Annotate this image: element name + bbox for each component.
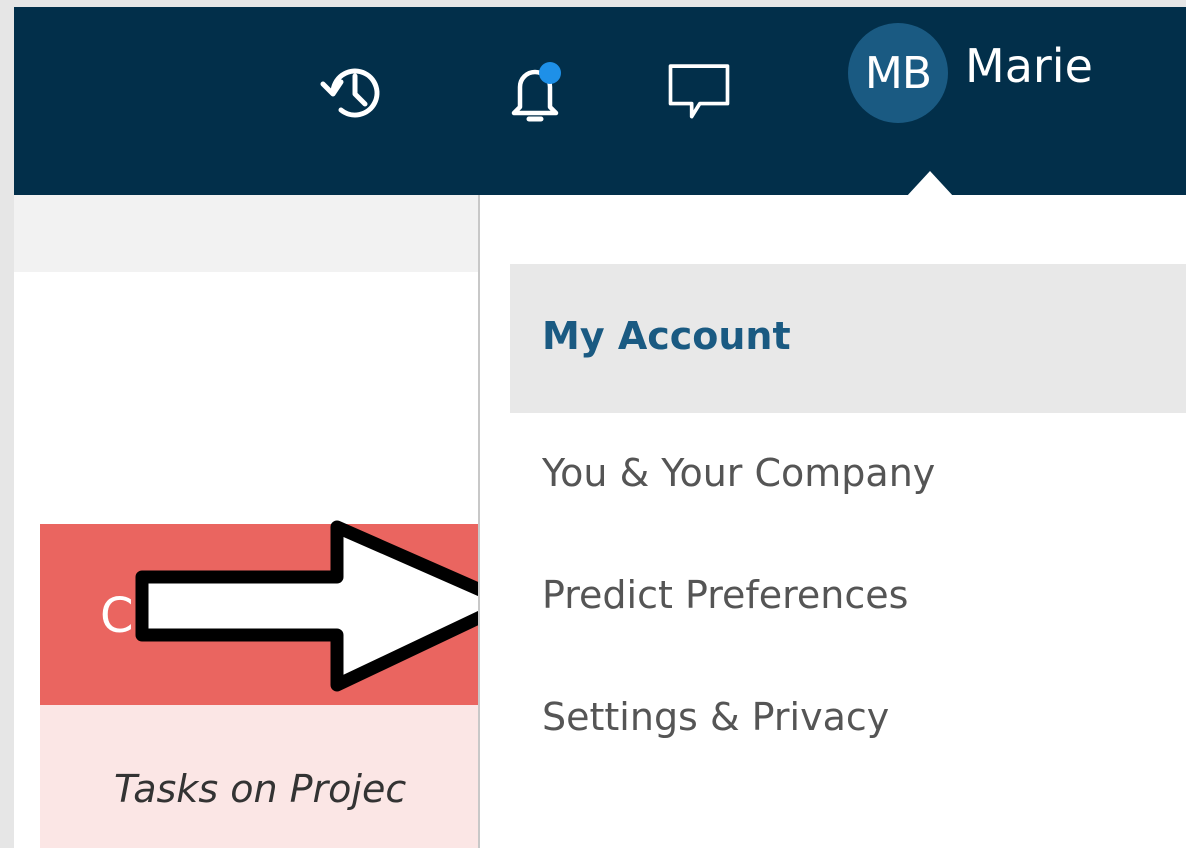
menu-item-my-account[interactable]: My Account (510, 264, 1186, 413)
dropdown-caret (906, 171, 954, 197)
messages-button[interactable] (664, 47, 734, 139)
card-body-text: Tasks on Projec (114, 767, 407, 811)
chat-icon (668, 64, 730, 119)
menu-item-you-and-your-company[interactable]: You & Your Company (542, 451, 935, 495)
menu-item-settings-and-privacy[interactable]: Settings & Privacy (542, 695, 889, 739)
annotation-arrow (135, 520, 517, 692)
menu-header-label: My Account (542, 314, 791, 358)
history-icon (320, 68, 380, 118)
menu-item-predict-preferences[interactable]: Predict Preferences (542, 573, 908, 617)
user-initials: MB (864, 47, 932, 99)
user-avatar[interactable]: MB (848, 23, 948, 123)
sub-header-bar (14, 195, 484, 272)
app-frame: MB Marie C Tasks on Projec My Account Yo… (14, 7, 1186, 848)
notifications-button[interactable] (500, 47, 570, 139)
card-title: C (100, 588, 134, 644)
history-button[interactable] (319, 47, 389, 139)
notification-dot (539, 62, 561, 84)
card-body: Tasks on Projec (40, 705, 484, 848)
top-navigation-bar: MB Marie (14, 7, 1186, 195)
user-name[interactable]: Marie (965, 39, 1093, 93)
bell-icon (511, 62, 561, 122)
